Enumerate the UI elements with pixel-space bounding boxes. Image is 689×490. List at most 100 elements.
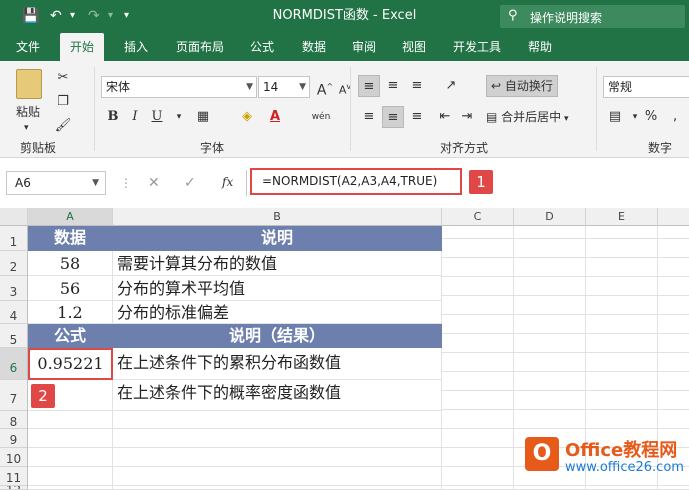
column-header-f[interactable]	[658, 208, 689, 226]
align-bottom-icon[interactable]: ≡	[406, 75, 428, 97]
cell-b7[interactable]: 在上述条件下的概率密度函数值	[113, 380, 442, 411]
font-size-select[interactable]: 14 ▼	[258, 76, 310, 98]
watermark-url: www.office26.com	[565, 460, 684, 475]
row-header-2[interactable]: 2	[0, 251, 28, 276]
cell-a6-selected[interactable]: 0.95221	[28, 348, 113, 380]
row-header-12[interactable]: 12	[0, 486, 28, 490]
align-left-icon[interactable]: ≡	[358, 106, 380, 128]
tab-review[interactable]: 审阅	[348, 33, 380, 61]
font-name-value: 宋体	[106, 80, 131, 94]
tab-view[interactable]: 视图	[398, 33, 430, 61]
font-color-icon[interactable]: A	[264, 106, 286, 128]
cell-a4[interactable]: 1.2	[28, 301, 113, 324]
redo-dropdown-icon[interactable]: ▾	[108, 6, 113, 26]
search-text: 操作说明搜索	[530, 11, 603, 25]
cell-b2[interactable]: 需要计算其分布的数值	[113, 251, 442, 276]
phonetic-icon[interactable]: wén	[306, 106, 336, 128]
row-header-5[interactable]: 5	[0, 324, 28, 348]
number-format-select[interactable]: 常规	[603, 76, 689, 98]
row-header-8[interactable]: 8	[0, 411, 28, 429]
increase-indent-icon[interactable]: ⇥	[456, 106, 478, 128]
formula-input[interactable]: =NORMDIST(A2,A3,A4,TRUE)	[250, 168, 462, 195]
row-header-9[interactable]: 9	[0, 429, 28, 448]
align-middle-icon[interactable]: ≡	[382, 75, 404, 97]
currency-icon[interactable]: ▤	[604, 106, 626, 128]
tab-page-layout[interactable]: 页面布局	[172, 33, 228, 61]
tab-home[interactable]: 开始	[60, 33, 104, 61]
undo-icon[interactable]: ↶	[50, 6, 62, 26]
column-header-c[interactable]: C	[442, 208, 514, 226]
wrap-text-button[interactable]: ↩ 自动换行	[486, 75, 558, 97]
font-name-select[interactable]: 宋体 ▼	[101, 76, 257, 98]
chevron-down-icon[interactable]: ▾	[168, 106, 190, 128]
row-header-1[interactable]: 1	[0, 226, 28, 251]
cell-b3[interactable]: 分布的算术平均值	[113, 276, 442, 301]
tell-me-search[interactable]: ⚲ 操作说明搜索	[500, 5, 685, 28]
tab-formulas[interactable]: 公式	[246, 33, 278, 61]
name-box[interactable]: A6 ▼	[6, 171, 106, 195]
insert-function-icon[interactable]: fx	[222, 173, 233, 191]
align-center-icon[interactable]: ≡	[382, 106, 404, 128]
comma-icon[interactable]: ‚	[664, 106, 686, 128]
cell-a2[interactable]: 58	[28, 251, 113, 276]
bold-button[interactable]: B	[102, 106, 124, 128]
wrap-text-label: 自动换行	[504, 79, 553, 93]
enter-icon[interactable]: ✓	[184, 174, 196, 192]
column-a-empty-cells[interactable]	[28, 411, 113, 490]
redo-icon[interactable]: ↷	[88, 6, 100, 26]
column-header-a[interactable]: A	[28, 208, 113, 226]
column-c-cells[interactable]	[442, 226, 514, 490]
cell-b1[interactable]: 说明	[113, 226, 442, 251]
align-top-icon[interactable]: ≡	[358, 75, 380, 97]
borders-icon[interactable]: ▦	[192, 106, 214, 128]
column-header-b[interactable]: B	[113, 208, 442, 226]
percent-button[interactable]: %	[640, 106, 662, 128]
paste-icon[interactable]	[16, 69, 42, 99]
column-header-e[interactable]: E	[586, 208, 658, 226]
select-all-corner[interactable]	[0, 208, 28, 226]
title-bar: 💾 ↶ ▾ ↷ ▾ ▾ NORMDIST函数 - Excel ⚲ 操作说明搜索	[0, 0, 689, 33]
tab-developer[interactable]: 开发工具	[449, 33, 505, 61]
tab-help[interactable]: 帮助	[524, 33, 556, 61]
ribbon-home: 粘贴 ▾ ✂ ❐ 🖌 剪贴板 宋体 ▼ 14 ▼ A^ Av B I U ▾ ▦…	[0, 61, 689, 158]
cancel-icon[interactable]: ✕	[148, 174, 160, 192]
row-header-3[interactable]: 3	[0, 276, 28, 301]
decrease-font-icon[interactable]: Av	[334, 76, 356, 98]
cell-b4[interactable]: 分布的标准偏差	[113, 301, 442, 324]
merge-label: 合并后居中	[501, 110, 562, 124]
paste-dropdown-icon[interactable]: ▾	[24, 119, 29, 137]
decrease-indent-icon[interactable]: ⇤	[434, 106, 456, 128]
tab-file[interactable]: 文件	[12, 33, 44, 61]
cell-a3[interactable]: 56	[28, 276, 113, 301]
row-header-4[interactable]: 4	[0, 301, 28, 324]
tab-insert[interactable]: 插入	[120, 33, 152, 61]
row-header-6[interactable]: 6	[0, 348, 28, 380]
cell-b5[interactable]: 说明（结果）	[113, 324, 442, 348]
cell-a1[interactable]: 数据	[28, 226, 113, 251]
column-header-d[interactable]: D	[514, 208, 586, 226]
underline-button[interactable]: U	[146, 106, 168, 128]
italic-button[interactable]: I	[124, 106, 146, 128]
format-painter-icon[interactable]: 🖌	[52, 115, 74, 137]
cell-b6[interactable]: 在上述条件下的累积分布函数值	[113, 348, 442, 380]
cell-a5[interactable]: 公式	[28, 324, 113, 348]
copy-icon[interactable]: ❐	[52, 91, 74, 113]
merge-center-button[interactable]: ▤ 合并后居中 ▾	[486, 108, 569, 128]
save-icon[interactable]: 💾	[22, 6, 39, 26]
align-right-icon[interactable]: ≡	[406, 106, 428, 128]
undo-dropdown-icon[interactable]: ▾	[70, 6, 75, 26]
row-header-11[interactable]: 11	[0, 467, 28, 486]
tab-data[interactable]: 数据	[298, 33, 330, 61]
font-size-value: 14	[263, 80, 279, 94]
group-divider	[94, 67, 95, 151]
row-header-10[interactable]: 10	[0, 448, 28, 467]
increase-font-icon[interactable]: A^	[314, 76, 336, 99]
annotation-badge-2: 2	[31, 384, 55, 408]
orientation-icon[interactable]: ↗	[440, 75, 462, 97]
column-b-empty-cells[interactable]	[113, 411, 442, 490]
row-header-7[interactable]: 7	[0, 380, 28, 411]
annotation-badge-1: 1	[469, 170, 493, 194]
fill-color-icon[interactable]: ◈	[236, 106, 258, 128]
cut-icon[interactable]: ✂	[52, 67, 74, 89]
customize-toolbar-icon[interactable]: ▾	[124, 6, 129, 26]
